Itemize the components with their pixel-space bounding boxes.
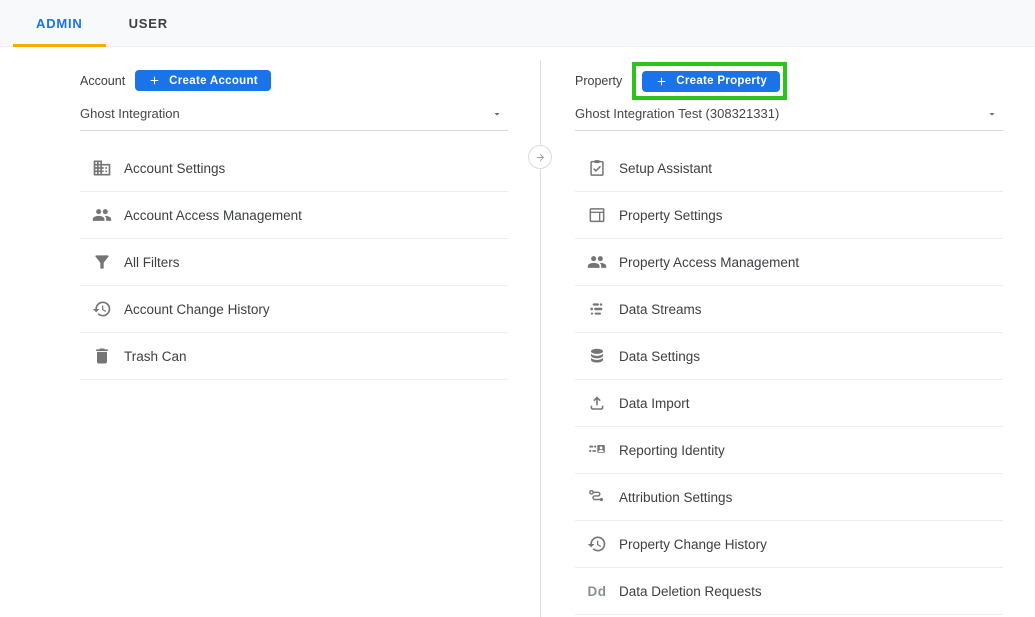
- filter-icon: [92, 252, 112, 272]
- property-selector-value: Ghost Integration Test (308321331): [575, 106, 779, 121]
- trash-icon: [92, 346, 112, 366]
- menu-item[interactable]: Account Access Management: [80, 192, 508, 239]
- menu-item-label: Setup Assistant: [619, 161, 712, 176]
- menu-item-label: Data Streams: [619, 302, 702, 317]
- menu-item-label: Account Settings: [124, 161, 225, 176]
- create-property-label: Create Property: [676, 75, 767, 87]
- account-label: Account: [80, 74, 125, 88]
- menu-item-label: Trash Can: [124, 349, 187, 364]
- menu-item[interactable]: Data Import: [575, 380, 1003, 427]
- window-layout-icon: [587, 205, 607, 225]
- menu-item-label: Property Access Management: [619, 255, 799, 270]
- account-panel-header: Account Create Account: [80, 70, 508, 91]
- plus-icon: [148, 74, 161, 87]
- highlight-annotation: Create Property: [632, 62, 787, 100]
- account-selector-value: Ghost Integration: [80, 106, 180, 121]
- menu-item-label: Account Access Management: [124, 208, 302, 223]
- people-group-icon: [92, 205, 112, 225]
- menu-item-label: Data Import: [619, 396, 690, 411]
- menu-item[interactable]: Property Settings: [575, 192, 1003, 239]
- menu-item-label: Account Change History: [124, 302, 270, 317]
- id-card-icon: [587, 440, 607, 460]
- dd-letters-icon: Dd: [587, 581, 607, 601]
- menu-item[interactable]: Setup Assistant: [575, 145, 1003, 192]
- menu-item[interactable]: All Filters: [80, 239, 508, 286]
- create-property-button[interactable]: Create Property: [642, 71, 780, 92]
- plus-icon: [655, 75, 668, 88]
- account-menu: Account Settings Account Access Manageme…: [80, 145, 508, 380]
- create-account-button[interactable]: Create Account: [135, 70, 271, 91]
- database-icon: [587, 346, 607, 366]
- menu-item[interactable]: Property Access Management: [575, 239, 1003, 286]
- menu-item[interactable]: Dd Data Deletion Requests: [575, 568, 1003, 615]
- menu-item[interactable]: Data Streams: [575, 286, 1003, 333]
- property-panel-header: Property Create Property: [575, 70, 1003, 91]
- dropdown-arrow-icon: [491, 108, 503, 120]
- menu-item-label: Property Change History: [619, 537, 767, 552]
- history-icon: [587, 534, 607, 554]
- arrow-right-icon: [535, 152, 546, 163]
- menu-item[interactable]: Account Settings: [80, 145, 508, 192]
- account-panel: Account Create Account Ghost Integration…: [80, 47, 508, 380]
- menu-item[interactable]: Attribution Settings: [575, 474, 1003, 521]
- data-streams-icon: [587, 299, 607, 319]
- menu-item-label: Attribution Settings: [619, 490, 732, 505]
- menu-item[interactable]: Trash Can: [80, 333, 508, 380]
- menu-item-label: All Filters: [124, 255, 180, 270]
- tab-bar: ADMIN USER: [0, 0, 1035, 47]
- menu-item-label: Property Settings: [619, 208, 723, 223]
- menu-item[interactable]: Data Settings: [575, 333, 1003, 380]
- history-icon: [92, 299, 112, 319]
- route-icon: [587, 487, 607, 507]
- menu-item-label: Data Deletion Requests: [619, 584, 762, 599]
- panel-divider: [540, 60, 541, 617]
- menu-item-label: Reporting Identity: [619, 443, 725, 458]
- property-label: Property: [575, 74, 622, 88]
- menu-item[interactable]: Account Change History: [80, 286, 508, 333]
- create-account-label: Create Account: [169, 75, 258, 87]
- dropdown-arrow-icon: [986, 108, 998, 120]
- account-selector[interactable]: Ghost Integration: [80, 106, 508, 131]
- people-group-icon: [587, 252, 607, 272]
- tab-user[interactable]: USER: [106, 0, 191, 46]
- upload-icon: [587, 393, 607, 413]
- property-panel: Property Create Property Ghost Integrati…: [575, 47, 1003, 615]
- tab-admin[interactable]: ADMIN: [13, 0, 106, 46]
- menu-item[interactable]: Reporting Identity: [575, 427, 1003, 474]
- collapse-panel-button[interactable]: [528, 145, 552, 169]
- menu-item-label: Data Settings: [619, 349, 700, 364]
- building-icon: [92, 158, 112, 178]
- menu-item[interactable]: Property Change History: [575, 521, 1003, 568]
- setup-assistant-icon: [587, 158, 607, 178]
- property-menu: Setup Assistant Property Settings Proper…: [575, 145, 1003, 615]
- property-selector[interactable]: Ghost Integration Test (308321331): [575, 106, 1003, 131]
